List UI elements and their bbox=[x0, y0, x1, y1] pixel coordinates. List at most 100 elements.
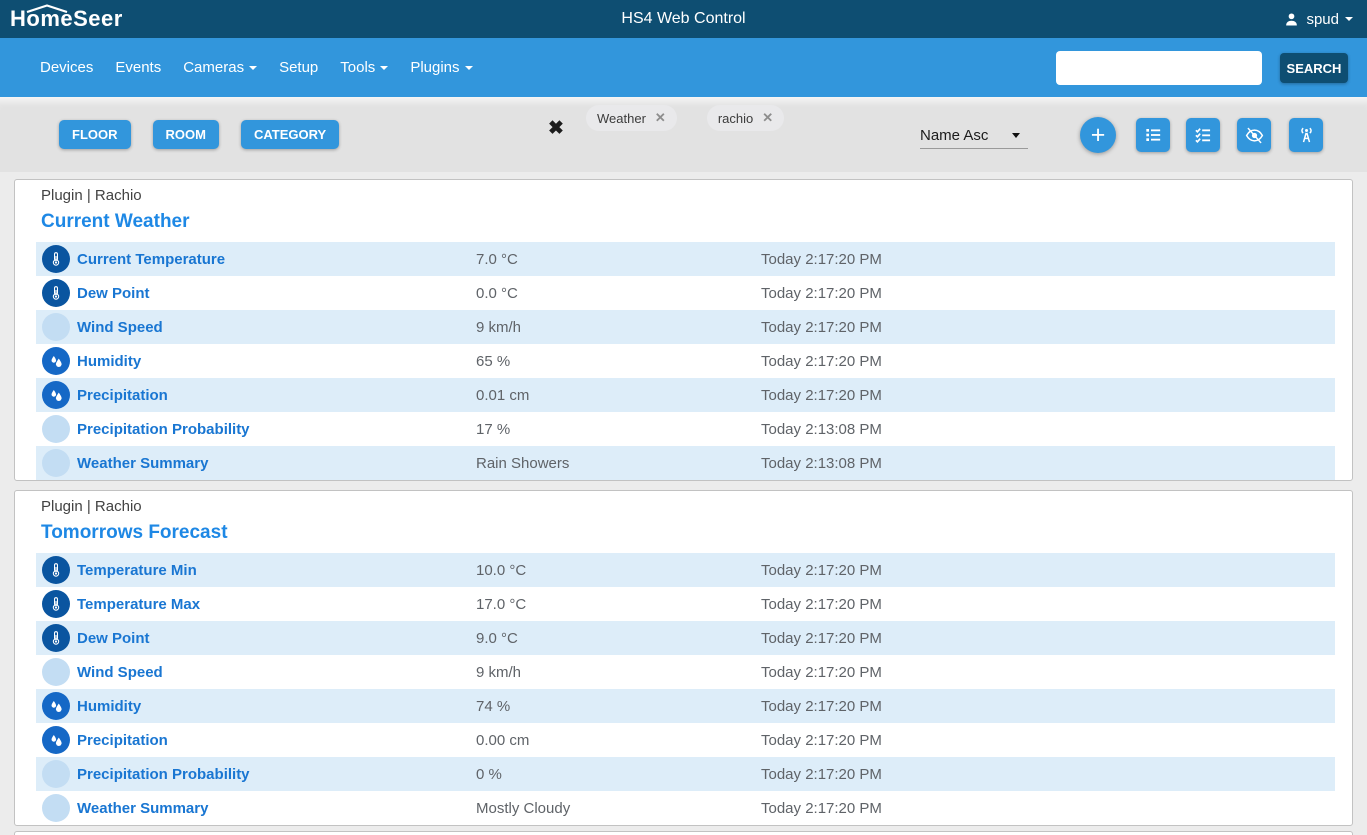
feature-row[interactable]: Dew Point 9.0 °C Today 2:17:20 PM bbox=[36, 621, 1335, 655]
page-title: HS4 Web Control bbox=[621, 10, 745, 28]
feature-value: 0.0 °C bbox=[476, 285, 761, 302]
feature-value: 17.0 °C bbox=[476, 596, 761, 613]
feature-label[interactable]: Humidity bbox=[77, 698, 141, 715]
feature-label[interactable]: Wind Speed bbox=[77, 319, 163, 336]
feature-row[interactable]: Wind Speed 9 km/h Today 2:17:20 PM bbox=[36, 655, 1335, 689]
user-menu[interactable]: spud bbox=[1283, 11, 1353, 28]
feature-row[interactable]: Weather Summary Rain Showers Today 2:13:… bbox=[36, 446, 1335, 480]
antenna-icon bbox=[1296, 125, 1317, 146]
device-group-title[interactable]: Tomorrows Forecast bbox=[41, 521, 1335, 545]
feature-rows: Temperature Min 10.0 °C Today 2:17:20 PM… bbox=[36, 553, 1335, 825]
room-filter-button[interactable]: ROOM bbox=[153, 120, 219, 149]
feature-label[interactable]: Current Temperature bbox=[77, 251, 225, 268]
thermometer-icon bbox=[42, 279, 70, 307]
nav-bar: Devices Events Cameras Setup Tools Plugi… bbox=[0, 38, 1367, 97]
category-filter-button[interactable]: CATEGORY bbox=[241, 120, 339, 149]
search-input[interactable] bbox=[1056, 51, 1262, 85]
feature-value: 9.0 °C bbox=[476, 630, 761, 647]
floor-filter-button[interactable]: FLOOR bbox=[59, 120, 131, 149]
broadcast-antenna-button[interactable] bbox=[1289, 118, 1323, 152]
top-bar: HomeSeer HS4 Web Control spud bbox=[0, 0, 1367, 38]
nav-item-label: Plugins bbox=[410, 59, 459, 76]
thermometer-icon bbox=[42, 624, 70, 652]
chip-close-icon[interactable]: ✕ bbox=[762, 110, 773, 126]
add-device-button[interactable]: + bbox=[1080, 117, 1116, 153]
username: spud bbox=[1306, 11, 1339, 28]
nav-item-cameras[interactable]: Cameras bbox=[183, 59, 257, 76]
feature-value: 17 % bbox=[476, 421, 761, 438]
chevron-down-icon bbox=[249, 66, 257, 70]
water-drops-icon bbox=[42, 726, 70, 754]
feature-row[interactable]: Temperature Min 10.0 °C Today 2:17:20 PM bbox=[36, 553, 1335, 587]
feature-label[interactable]: Precipitation bbox=[77, 732, 168, 749]
feature-label[interactable]: Temperature Max bbox=[77, 596, 200, 613]
checklist-icon bbox=[1193, 125, 1213, 145]
nav-item-tools[interactable]: Tools bbox=[340, 59, 388, 76]
nav-item-label: Cameras bbox=[183, 59, 244, 76]
chevron-down-icon bbox=[380, 66, 388, 70]
nav-item-label: Events bbox=[115, 59, 161, 76]
feature-row[interactable]: Temperature Max 17.0 °C Today 2:17:20 PM bbox=[36, 587, 1335, 621]
nav-item-events[interactable]: Events bbox=[115, 59, 161, 76]
feature-value: 10.0 °C bbox=[476, 562, 761, 579]
feature-row[interactable]: Precipitation Probability 17 % Today 2:1… bbox=[36, 412, 1335, 446]
feature-last-change: Today 2:17:20 PM bbox=[761, 596, 882, 613]
roof-icon bbox=[25, 4, 69, 13]
filter-buttons: FLOOR ROOM CATEGORY bbox=[59, 120, 339, 149]
hide-devices-button[interactable] bbox=[1237, 118, 1271, 152]
checklist-view-button[interactable] bbox=[1186, 118, 1220, 152]
device-card: Plugin | Rachio Tomorrows Forecast Tempe… bbox=[14, 490, 1353, 826]
thermometer-icon bbox=[42, 556, 70, 584]
list-icon bbox=[1143, 125, 1163, 145]
list-view-button[interactable] bbox=[1136, 118, 1170, 152]
feature-row[interactable]: Dew Point 0.0 °C Today 2:17:20 PM bbox=[36, 276, 1335, 310]
filter-chip-weather[interactable]: Weather ✕ bbox=[586, 105, 677, 131]
feature-row[interactable]: Precipitation 0.01 cm Today 2:17:20 PM bbox=[36, 378, 1335, 412]
feature-last-change: Today 2:13:08 PM bbox=[761, 455, 882, 472]
clear-filters-icon[interactable]: ✖ bbox=[548, 118, 564, 140]
device-group-title[interactable]: Current Weather bbox=[41, 210, 1335, 234]
nav-items: Devices Events Cameras Setup Tools Plugi… bbox=[40, 59, 473, 76]
feature-rows: Current Temperature 7.0 °C Today 2:17:20… bbox=[36, 242, 1335, 480]
feature-label[interactable]: Wind Speed bbox=[77, 664, 163, 681]
search-button[interactable]: SEARCH bbox=[1280, 53, 1348, 83]
chip-close-icon[interactable]: ✕ bbox=[655, 110, 666, 126]
nav-item-plugins[interactable]: Plugins bbox=[410, 59, 472, 76]
thermometer-icon bbox=[42, 245, 70, 273]
feature-label[interactable]: Dew Point bbox=[77, 630, 150, 647]
feature-label[interactable]: Precipitation Probability bbox=[77, 421, 250, 438]
feature-last-change: Today 2:17:20 PM bbox=[761, 800, 882, 817]
feature-value: 9 km/h bbox=[476, 664, 761, 681]
feature-last-change: Today 2:17:20 PM bbox=[761, 387, 882, 404]
feature-value: 0.01 cm bbox=[476, 387, 761, 404]
nav-item-devices[interactable]: Devices bbox=[40, 59, 93, 76]
feature-row[interactable]: Humidity 65 % Today 2:17:20 PM bbox=[36, 344, 1335, 378]
nav-item-setup[interactable]: Setup bbox=[279, 59, 318, 76]
feature-label[interactable]: Precipitation Probability bbox=[77, 766, 250, 783]
homeseer-logo[interactable]: HomeSeer bbox=[10, 1, 123, 37]
feature-label[interactable]: Weather Summary bbox=[77, 455, 208, 472]
feature-value: 65 % bbox=[476, 353, 761, 370]
blank-icon bbox=[42, 415, 70, 443]
feature-row[interactable]: Humidity 74 % Today 2:17:20 PM bbox=[36, 689, 1335, 723]
filter-chip-label: rachio bbox=[718, 111, 753, 126]
nav-item-label: Tools bbox=[340, 59, 375, 76]
sort-select[interactable]: Name Asc bbox=[920, 123, 1028, 149]
feature-label[interactable]: Weather Summary bbox=[77, 800, 208, 817]
feature-label[interactable]: Dew Point bbox=[77, 285, 150, 302]
feature-row[interactable]: Precipitation Probability 0 % Today 2:17… bbox=[36, 757, 1335, 791]
blank-icon bbox=[42, 794, 70, 822]
feature-label[interactable]: Temperature Min bbox=[77, 562, 197, 579]
feature-row[interactable]: Precipitation 0.00 cm Today 2:17:20 PM bbox=[36, 723, 1335, 757]
feature-last-change: Today 2:17:20 PM bbox=[761, 630, 882, 647]
feature-label[interactable]: Humidity bbox=[77, 353, 141, 370]
feature-value: 74 % bbox=[476, 698, 761, 715]
feature-label[interactable]: Precipitation bbox=[77, 387, 168, 404]
feature-last-change: Today 2:17:20 PM bbox=[761, 251, 882, 268]
feature-row[interactable]: Weather Summary Mostly Cloudy Today 2:17… bbox=[36, 791, 1335, 825]
feature-value: Mostly Cloudy bbox=[476, 800, 761, 817]
feature-row[interactable]: Current Temperature 7.0 °C Today 2:17:20… bbox=[36, 242, 1335, 276]
filter-chip-rachio[interactable]: rachio ✕ bbox=[707, 105, 784, 131]
feature-row[interactable]: Wind Speed 9 km/h Today 2:17:20 PM bbox=[36, 310, 1335, 344]
blank-icon bbox=[42, 449, 70, 477]
